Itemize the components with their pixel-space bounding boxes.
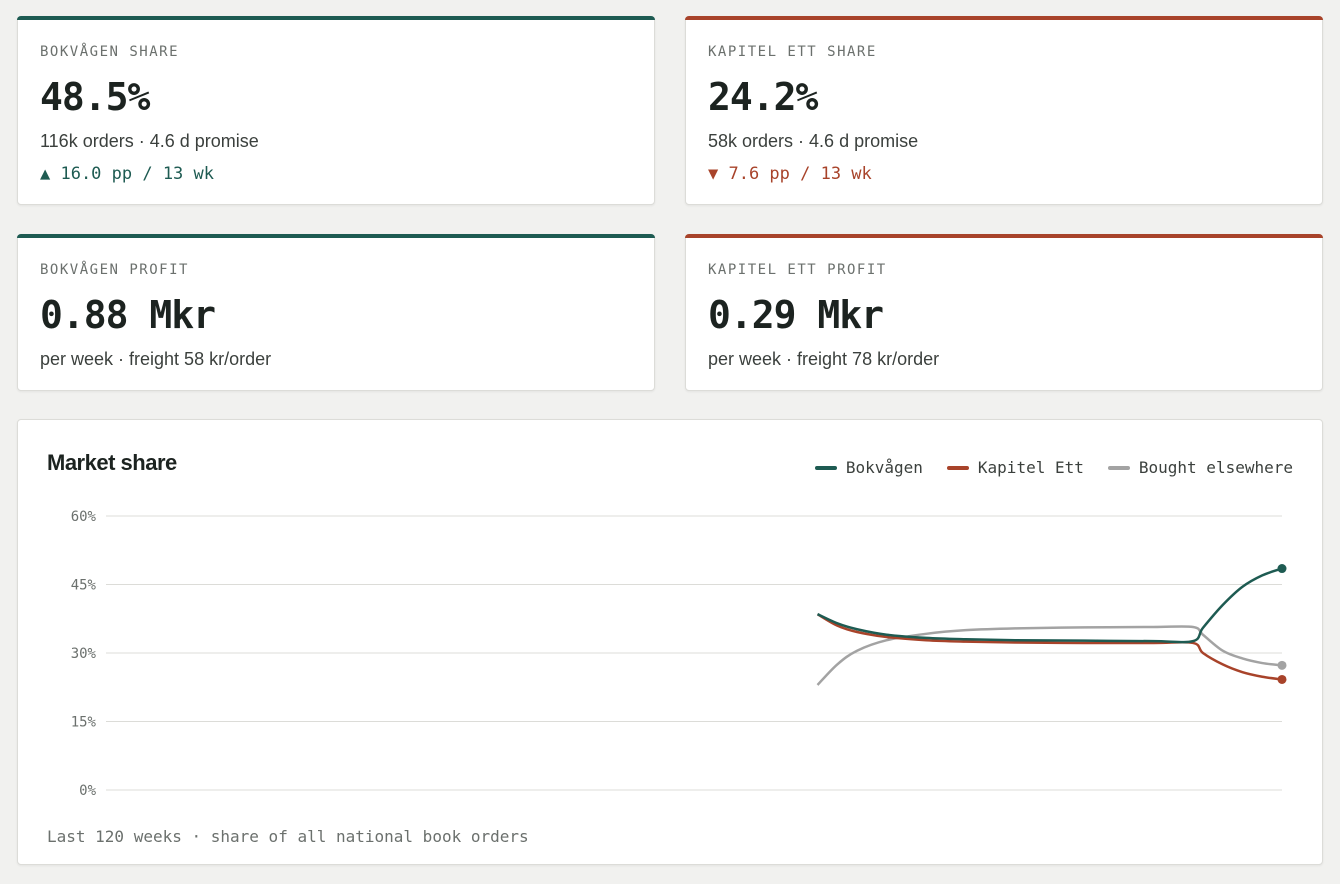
kpi-accent-bar xyxy=(17,16,655,20)
kpi-subtext: 58k orders · 4.6 d promise xyxy=(708,131,919,151)
kpi-value: 0.88 Mkr xyxy=(40,293,216,337)
series-endpoint-marker xyxy=(1277,564,1287,574)
kpi-card-kapitel-share: KAPITEL ETT SHARE 24.2% 58k orders · 4.6… xyxy=(685,16,1323,205)
series-endpoint-marker xyxy=(1277,674,1287,684)
kpi-delta: ▼ 7.6 pp / 13 wk xyxy=(708,164,872,184)
kpi-subtext: per week · freight 78 kr/order xyxy=(708,349,940,369)
kpi-value: 48.5% xyxy=(40,75,150,119)
kpi-value: 24.2% xyxy=(708,75,818,119)
market-share-line-chart: 0% 15% 30% 45% 60% xyxy=(71,509,1287,799)
y-tick-label: 30% xyxy=(71,646,97,662)
kpi-label: BOKVÅGEN PROFIT xyxy=(40,262,189,278)
y-tick-label: 45% xyxy=(71,578,97,594)
kpi-label: KAPITEL ETT SHARE xyxy=(708,44,877,60)
kpi-label: BOKVÅGEN SHARE xyxy=(40,44,180,60)
series-line-bokv-gen xyxy=(817,567,1283,644)
kpi-accent-bar xyxy=(685,16,1323,20)
kpi-label: KAPITEL ETT PROFIT xyxy=(708,262,887,278)
kpi-accent-bar xyxy=(17,234,655,238)
y-tick-label: 0% xyxy=(79,783,96,799)
kpi-accent-bar xyxy=(685,234,1323,238)
y-tick-label: 15% xyxy=(71,715,97,731)
kpi-subtext: per week · freight 58 kr/order xyxy=(40,349,272,369)
chart-footer: Last 120 weeks · share of all national b… xyxy=(47,827,529,846)
kpi-value: 0.29 Mkr xyxy=(708,293,884,337)
kpi-card-bokvagen-share: BOKVÅGEN SHARE 48.5% 116k orders · 4.6 d… xyxy=(17,16,655,205)
y-tick-label: 60% xyxy=(71,509,97,525)
market-share-chart-card: Market share Bokvågen Kapitel Ett Bought… xyxy=(17,419,1323,865)
kpi-subtext: 116k orders · 4.6 d promise xyxy=(40,131,259,151)
kpi-delta: ▲ 16.0 pp / 13 wk xyxy=(40,164,214,184)
series-line-kapitel-ett xyxy=(816,613,1283,681)
kpi-card-bokvagen-profit: BOKVÅGEN PROFIT 0.88 Mkr per week · frei… xyxy=(17,234,655,391)
kpi-card-kapitel-profit: KAPITEL ETT PROFIT 0.29 Mkr per week · f… xyxy=(685,234,1323,391)
series-endpoint-marker xyxy=(1277,660,1287,670)
